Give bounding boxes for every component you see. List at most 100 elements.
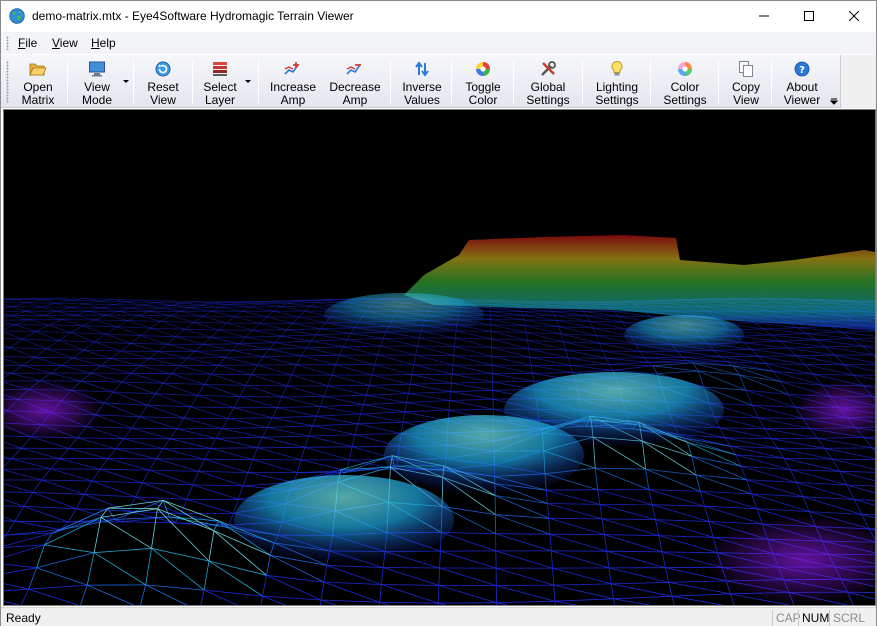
mesh-line — [130, 372, 164, 384]
mesh-line — [259, 316, 267, 324]
mesh-line — [602, 350, 645, 359]
increase-amp-button[interactable]: Increase Amp — [265, 57, 321, 107]
mesh-line — [252, 447, 258, 460]
mesh-line — [310, 302, 317, 307]
mesh-line — [554, 598, 614, 602]
toolbar-overflow-icon[interactable] — [830, 97, 838, 105]
mesh-line — [180, 310, 203, 317]
mesh-line — [74, 310, 88, 316]
mesh-line — [70, 332, 95, 343]
mesh-line — [604, 534, 608, 552]
mesh-line — [4, 315, 11, 319]
mesh-line — [193, 315, 203, 323]
mesh-line — [140, 335, 176, 338]
select-layer-button[interactable]: Select Layer — [197, 57, 243, 107]
mesh-line — [549, 533, 607, 552]
terrain-3d-viewport[interactable] — [3, 109, 876, 606]
mesh-line — [719, 427, 765, 430]
mesh-line — [83, 341, 96, 351]
mesh-line — [343, 345, 381, 348]
title-bar[interactable]: demo-matrix.mtx - Eye4Software Hydromagi… — [1, 1, 876, 32]
terrain-wireframe[interactable] — [4, 110, 875, 605]
mesh-line — [231, 343, 240, 351]
mesh-line — [70, 332, 106, 335]
mesh-line — [495, 495, 548, 504]
mesh-line — [316, 415, 358, 425]
menu-help[interactable]: Help — [91, 36, 116, 50]
mesh-line — [252, 323, 260, 331]
maximize-button[interactable] — [786, 1, 831, 31]
mesh-line — [695, 474, 701, 492]
mesh-line — [342, 339, 348, 347]
inverse-values-button[interactable]: Inverse Values — [397, 57, 447, 107]
copy-view-button[interactable]: Copy View — [724, 57, 768, 107]
app-window: demo-matrix.mtx - Eye4Software Hydromagi… — [0, 0, 877, 626]
mesh-line — [163, 500, 219, 522]
mesh-line — [80, 372, 92, 382]
mesh-line — [35, 331, 71, 333]
mesh-line — [23, 506, 77, 510]
menu-file[interactable]: File — [18, 36, 37, 50]
mesh-line — [233, 407, 273, 419]
mesh-line — [59, 458, 101, 470]
mesh-line — [449, 391, 451, 401]
mesh-line — [380, 338, 384, 347]
mesh-line — [200, 304, 230, 306]
mesh-line — [825, 345, 863, 348]
mesh-line — [357, 413, 361, 424]
mesh-line — [23, 506, 69, 523]
menu-view[interactable]: View — [52, 36, 78, 50]
lighting-settings-button[interactable]: Lighting Settings — [589, 57, 645, 107]
mesh-line — [106, 310, 119, 316]
view-mode-dropdown-arrow-icon[interactable] — [123, 80, 129, 83]
mesh-line — [379, 601, 439, 604]
close-button[interactable] — [831, 1, 876, 31]
toolbar-grip[interactable] — [6, 61, 9, 103]
reset-view-button[interactable]: Reset View — [139, 57, 187, 107]
mesh-line — [273, 306, 281, 312]
mesh-line — [14, 520, 61, 531]
mesh-line — [22, 365, 52, 374]
menu-grip[interactable] — [6, 36, 9, 50]
toggle-color-button[interactable]: Toggle Color — [458, 57, 508, 107]
mesh-line — [648, 361, 694, 364]
mesh-line — [84, 303, 114, 305]
mesh-line — [180, 307, 191, 312]
mesh-line — [210, 336, 240, 345]
mesh-line — [609, 364, 614, 371]
global-settings-button[interactable]: Global Settings — [520, 57, 576, 107]
mesh-line — [599, 504, 603, 519]
mesh-line — [316, 413, 361, 417]
toolbar-empty-area — [841, 55, 876, 108]
mesh-line — [548, 517, 605, 535]
mesh-line — [796, 354, 835, 357]
mesh-line — [252, 459, 298, 473]
open-matrix-button[interactable]: Open Matrix — [14, 57, 62, 107]
mesh-line — [292, 316, 299, 324]
color-settings-button[interactable]: Color Settings — [657, 57, 713, 107]
mesh-line — [184, 328, 219, 331]
mesh-line — [531, 365, 573, 373]
mesh-line — [121, 521, 176, 524]
mesh-line — [142, 482, 193, 486]
minimize-button[interactable] — [741, 1, 786, 31]
mesh-line — [310, 334, 317, 342]
mesh-line — [245, 385, 283, 398]
mesh-line — [383, 567, 439, 586]
mesh-line — [608, 567, 612, 584]
mesh-line — [116, 320, 128, 328]
view-mode-button[interactable]: View Mode — [73, 57, 121, 107]
mesh-line — [4, 516, 16, 522]
mesh-line — [524, 325, 527, 333]
mesh-line — [553, 585, 556, 602]
mesh-line — [691, 455, 742, 467]
mesh-line — [4, 458, 12, 468]
about-viewer-button[interactable]: ? About Viewer — [777, 57, 827, 107]
mesh-line — [218, 329, 247, 338]
decrease-amp-button[interactable]: Decrease Amp — [327, 57, 383, 107]
mesh-line — [319, 396, 325, 407]
mesh-line — [331, 374, 370, 386]
mesh-line — [94, 341, 122, 352]
mesh-line — [238, 343, 270, 350]
select-layer-dropdown-arrow-icon[interactable] — [245, 80, 251, 83]
